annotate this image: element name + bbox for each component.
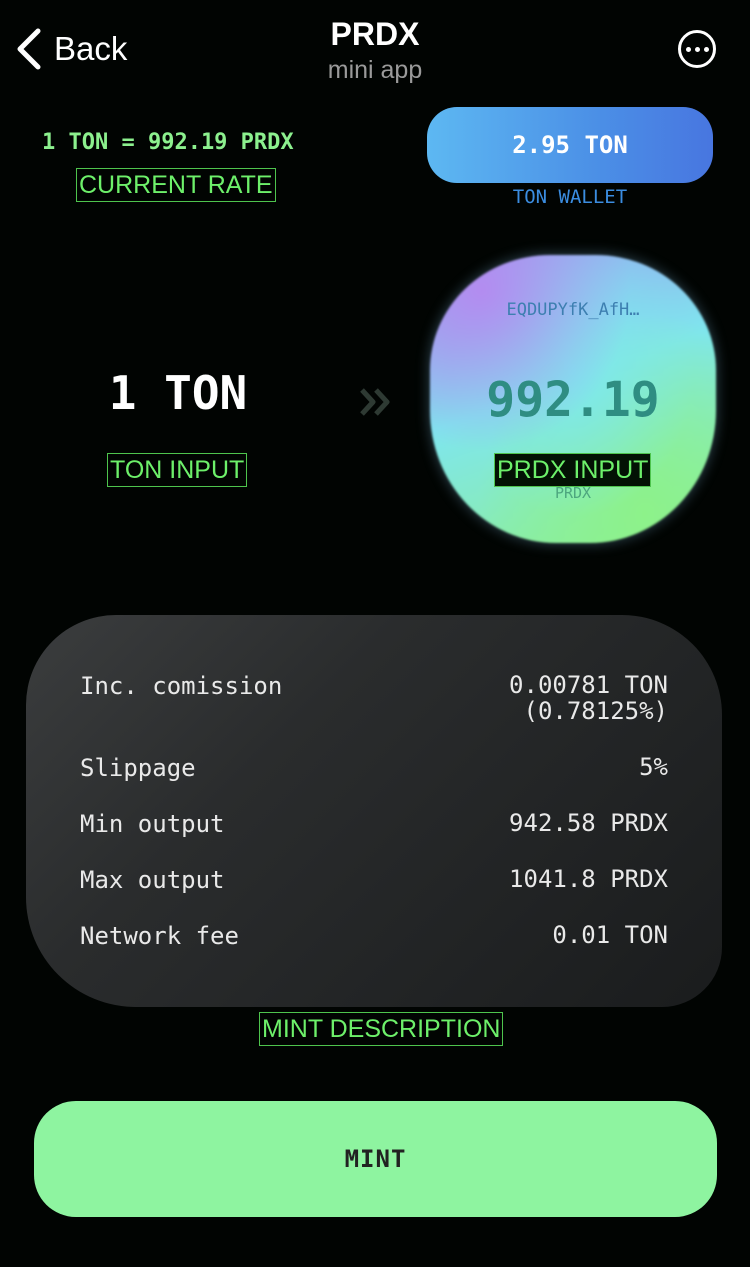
ton-input-tag: TON INPUT [107, 453, 248, 487]
wallet-balance: 2.95 TON [512, 131, 628, 159]
prdx-input-tag: PRDX INPUT [494, 453, 652, 487]
current-rate: 1 TON = 992.19 PRDX [42, 130, 294, 155]
detail-value: 0.00781 TON [509, 671, 668, 699]
detail-label: Slippage [80, 754, 196, 782]
detail-value: 1041.8 PRDX [509, 865, 668, 893]
detail-label: Network fee [80, 922, 239, 950]
app-title: PRDX [330, 16, 420, 52]
detail-value-group: 0.00781 TON (0.78125%) [509, 672, 668, 724]
detail-value: 942.58 PRDX [509, 809, 668, 837]
wallet-label: TON WALLET [512, 186, 628, 208]
detail-subvalue: (0.78125%) [523, 697, 669, 725]
double-chevron-right-icon [360, 388, 390, 416]
mint-description-tag: MINT DESCRIPTION [259, 1012, 504, 1046]
app-subtitle: mini app [327, 56, 423, 84]
more-button[interactable] [678, 30, 716, 68]
current-rate-tag: CURRENT RATE [76, 168, 276, 202]
detail-label: Inc. comission [80, 672, 283, 700]
detail-value: 0.01 TON [552, 921, 668, 949]
mint-label: MINT [344, 1145, 407, 1173]
detail-label: Min output [80, 810, 225, 838]
ton-wallet-button[interactable]: 2.95 TON [427, 107, 713, 183]
prdx-input[interactable]: 992.19 [430, 372, 716, 428]
detail-label: Max output [80, 866, 225, 894]
mint-button[interactable]: MINT [34, 1101, 717, 1217]
ton-input[interactable]: 1 TON [60, 366, 296, 420]
more-icon [685, 46, 709, 52]
wallet-address: EQDUPYfK_AfH… [506, 300, 640, 320]
detail-value: 5% [639, 753, 668, 781]
